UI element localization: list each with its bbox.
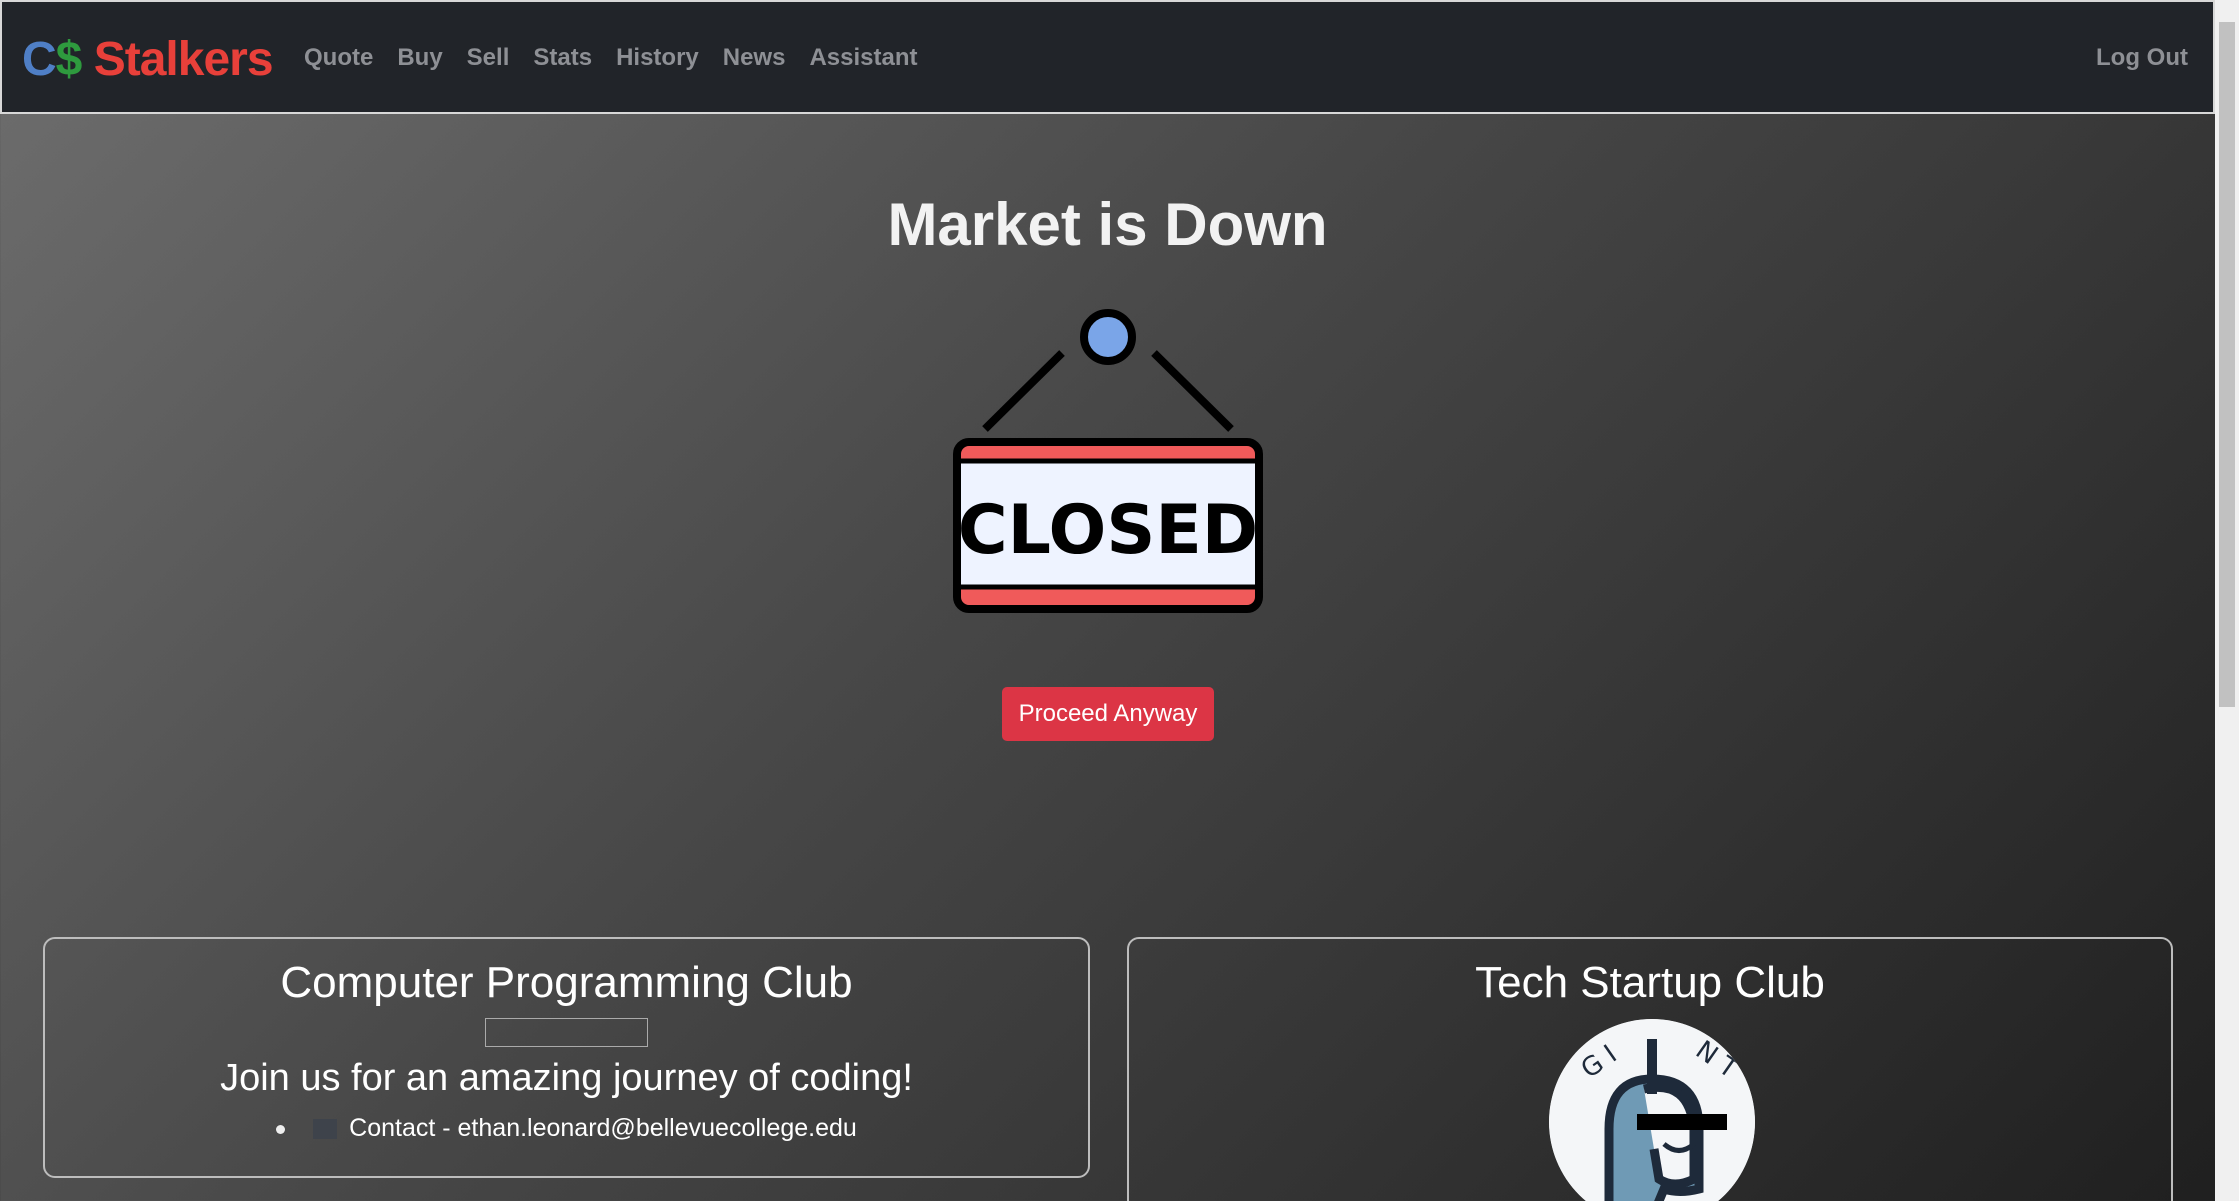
nav-history[interactable]: History: [616, 44, 699, 72]
logo-dollar: $: [55, 33, 83, 86]
proceed-anyway-button[interactable]: Proceed Anyway: [1002, 687, 1214, 741]
logo-c: C: [22, 33, 57, 86]
nav-stats[interactable]: Stats: [533, 44, 592, 72]
card-title: Tech Startup Club: [1475, 958, 1825, 1007]
logo-name: Stalkers: [93, 33, 274, 86]
nav-news[interactable]: News: [723, 44, 786, 72]
card-subtitle: Join us for an amazing journey of coding…: [220, 1057, 913, 1099]
mail-icon: [313, 1119, 338, 1140]
closed-sign-icon: CLOSED: [953, 309, 1263, 613]
navbar: C$ Stalkers Quote Buy Sell Stats History…: [0, 0, 2215, 114]
contact-item: Contact - ethan.leonard@bellevuecollege.…: [45, 1114, 1088, 1143]
page-title: Market is Down: [887, 191, 1328, 258]
nav-buy[interactable]: Buy: [397, 44, 442, 72]
card-title: Computer Programming Club: [280, 958, 853, 1007]
logout-link[interactable]: Log Out: [2096, 44, 2188, 72]
brand-logo[interactable]: C$ Stalkers: [22, 32, 274, 87]
broken-image-icon: [485, 1018, 648, 1047]
nav-sell[interactable]: Sell: [467, 44, 510, 72]
sign-text: CLOSED: [958, 491, 1259, 570]
nav-links: Quote Buy Sell Stats History News Assist…: [304, 44, 918, 72]
nav-assistant[interactable]: Assistant: [809, 44, 917, 72]
contact-text[interactable]: Contact - ethan.leonard@bellevuecollege.…: [349, 1114, 857, 1142]
club-card-programming: Computer Programming Club Join us for an…: [43, 937, 1090, 1178]
scrollbar-thumb[interactable]: [2219, 22, 2235, 707]
club-card-startup: Tech Startup Club G I N T: [1127, 937, 2173, 1201]
bullet-icon: [276, 1124, 286, 1134]
nav-quote[interactable]: Quote: [304, 44, 373, 72]
unicorn-logo-icon: G I N T: [1549, 1019, 1755, 1201]
scrollbar[interactable]: [2215, 0, 2239, 1201]
